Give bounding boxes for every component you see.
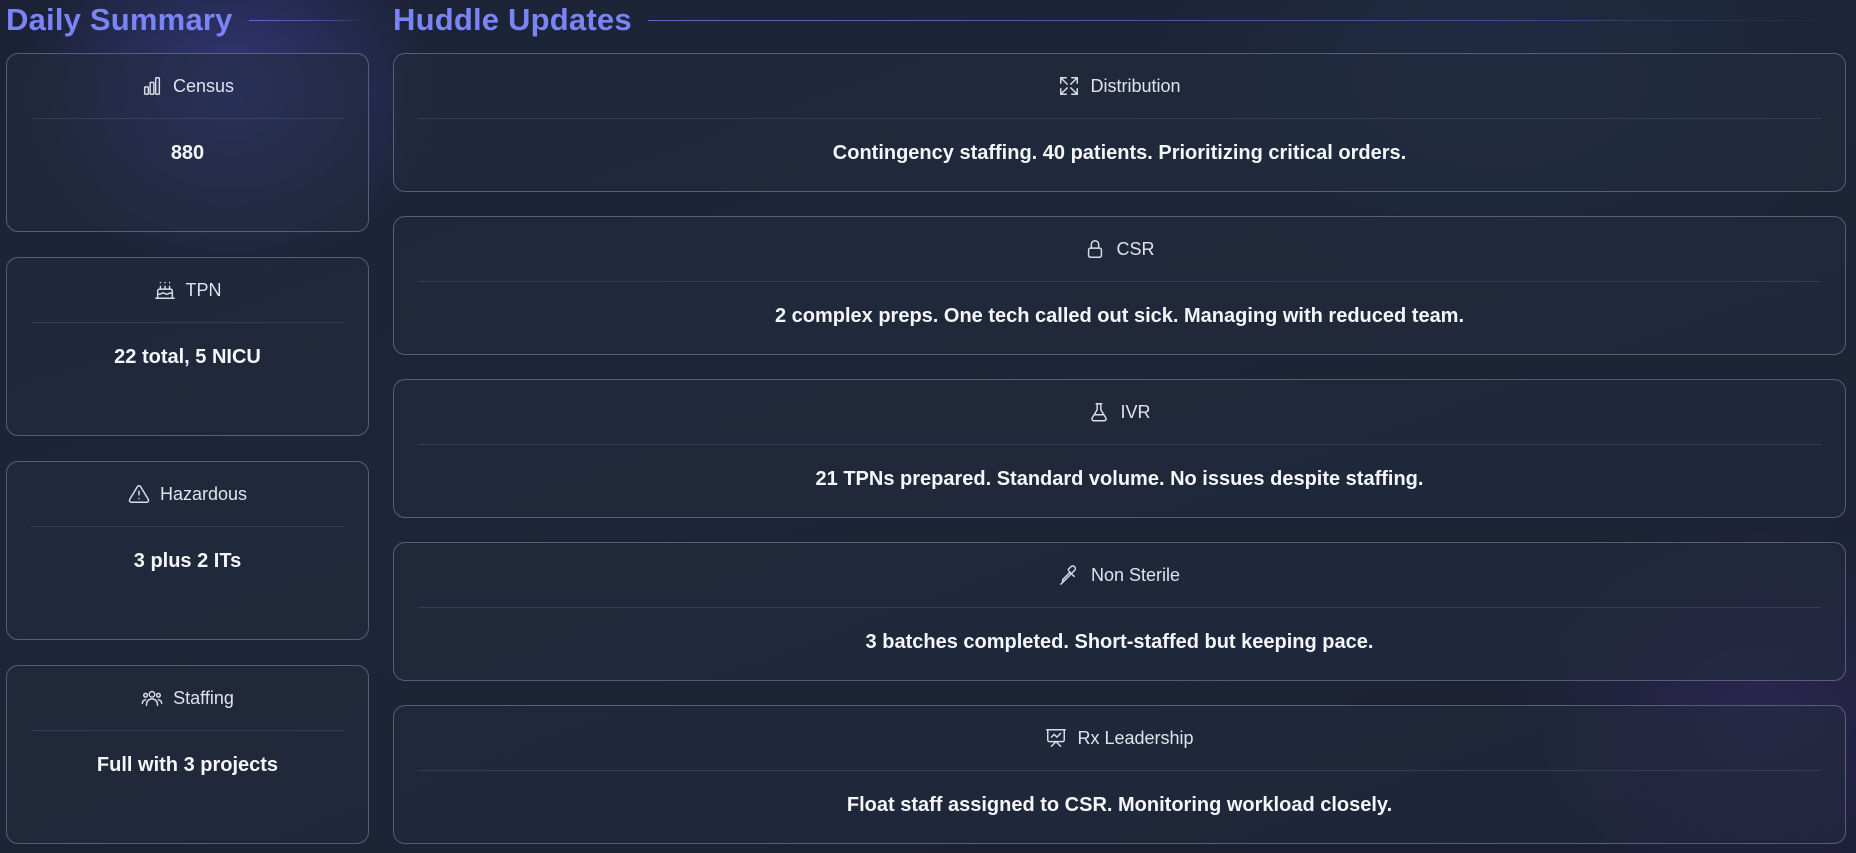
- huddle-card-header: Rx Leadership: [394, 706, 1845, 770]
- huddle-card-header: IVR: [394, 380, 1845, 444]
- summary-card-header: Staffing: [7, 666, 368, 730]
- huddle-updates-header: Huddle Updates: [393, 0, 1843, 40]
- flask-icon: [1091, 403, 1108, 422]
- huddle-card-csr: CSR 2 complex preps. One tech called out…: [393, 216, 1846, 355]
- card-divider: [418, 770, 1821, 771]
- huddle-card-distribution: Distribution Contingency staffing. 40 pa…: [393, 53, 1846, 192]
- summary-card-hazardous: Hazardous 3 plus 2 ITs: [6, 461, 369, 640]
- card-divider: [418, 444, 1821, 445]
- huddle-updates-title: Huddle Updates: [393, 2, 632, 37]
- card-divider: [418, 118, 1821, 119]
- huddle-card-header: CSR: [394, 217, 1845, 281]
- card-divider: [31, 322, 344, 323]
- huddle-card-header: Distribution: [394, 54, 1845, 118]
- daily-summary-title: Daily Summary: [6, 2, 233, 37]
- summary-card-label: Census: [172, 75, 235, 96]
- huddle-card-text: 21 TPNs prepared. Standard volume. No is…: [815, 468, 1424, 490]
- huddle-card-non-sterile: Non Sterile 3 batches completed. Short-s…: [393, 542, 1846, 681]
- card-divider: [418, 607, 1821, 608]
- daily-summary-rule: [248, 19, 366, 21]
- summary-card-header: TPN: [7, 258, 368, 322]
- summary-card-value: Full with 3 projects: [96, 754, 279, 776]
- summary-card-header: Hazardous: [7, 462, 368, 526]
- summary-card-census: Census 880: [6, 53, 369, 232]
- huddle-card-text: Float staff assigned to CSR. Monitoring …: [846, 794, 1393, 816]
- presentation-chart-icon: [1046, 729, 1067, 747]
- summary-card-header: Census: [7, 54, 368, 118]
- card-divider: [31, 118, 344, 119]
- summary-card-value: 22 total, 5 NICU: [114, 346, 261, 368]
- huddle-card-label: Rx Leadership: [1077, 727, 1194, 748]
- cake-icon: [154, 281, 175, 299]
- pipette-icon: [1060, 565, 1077, 585]
- huddle-card-label: Non Sterile: [1090, 564, 1181, 585]
- summary-card-label: Hazardous: [159, 483, 248, 504]
- huddle-card-label: CSR: [1116, 238, 1155, 259]
- huddle-updates-rule: [647, 19, 1843, 21]
- summary-card-value: 3 plus 2 ITs: [133, 550, 242, 572]
- huddle-card-ivr: IVR 21 TPNs prepared. Standard volume. N…: [393, 379, 1846, 518]
- huddle-card-rx-leadership: Rx Leadership Float staff assigned to CS…: [393, 705, 1846, 844]
- huddle-card-text: 3 batches completed. Short-staffed but k…: [865, 631, 1374, 653]
- summary-card-tpn: TPN 22 total, 5 NICU: [6, 257, 369, 436]
- summary-card-staffing: Staffing Full with 3 projects: [6, 665, 369, 844]
- expand-arrows-icon: [1060, 77, 1079, 95]
- huddle-card-label: Distribution: [1090, 75, 1181, 96]
- card-divider: [418, 281, 1821, 282]
- daily-summary-header: Daily Summary: [6, 0, 366, 40]
- warning-triangle-icon: [128, 484, 150, 503]
- huddle-card-text: Contingency staffing. 40 patients. Prior…: [832, 142, 1407, 164]
- summary-card-value: 880: [170, 142, 205, 164]
- huddle-card-header: Non Sterile: [394, 543, 1845, 607]
- huddle-card-label: IVR: [1120, 401, 1151, 422]
- card-divider: [31, 730, 344, 731]
- users-icon: [141, 690, 163, 707]
- summary-card-label: Staffing: [173, 687, 234, 708]
- lock-icon: [1088, 240, 1103, 258]
- card-divider: [31, 526, 344, 527]
- bar-chart-icon: [143, 77, 161, 95]
- huddle-card-text: 2 complex preps. One tech called out sic…: [774, 305, 1465, 327]
- summary-card-label: TPN: [185, 279, 222, 300]
